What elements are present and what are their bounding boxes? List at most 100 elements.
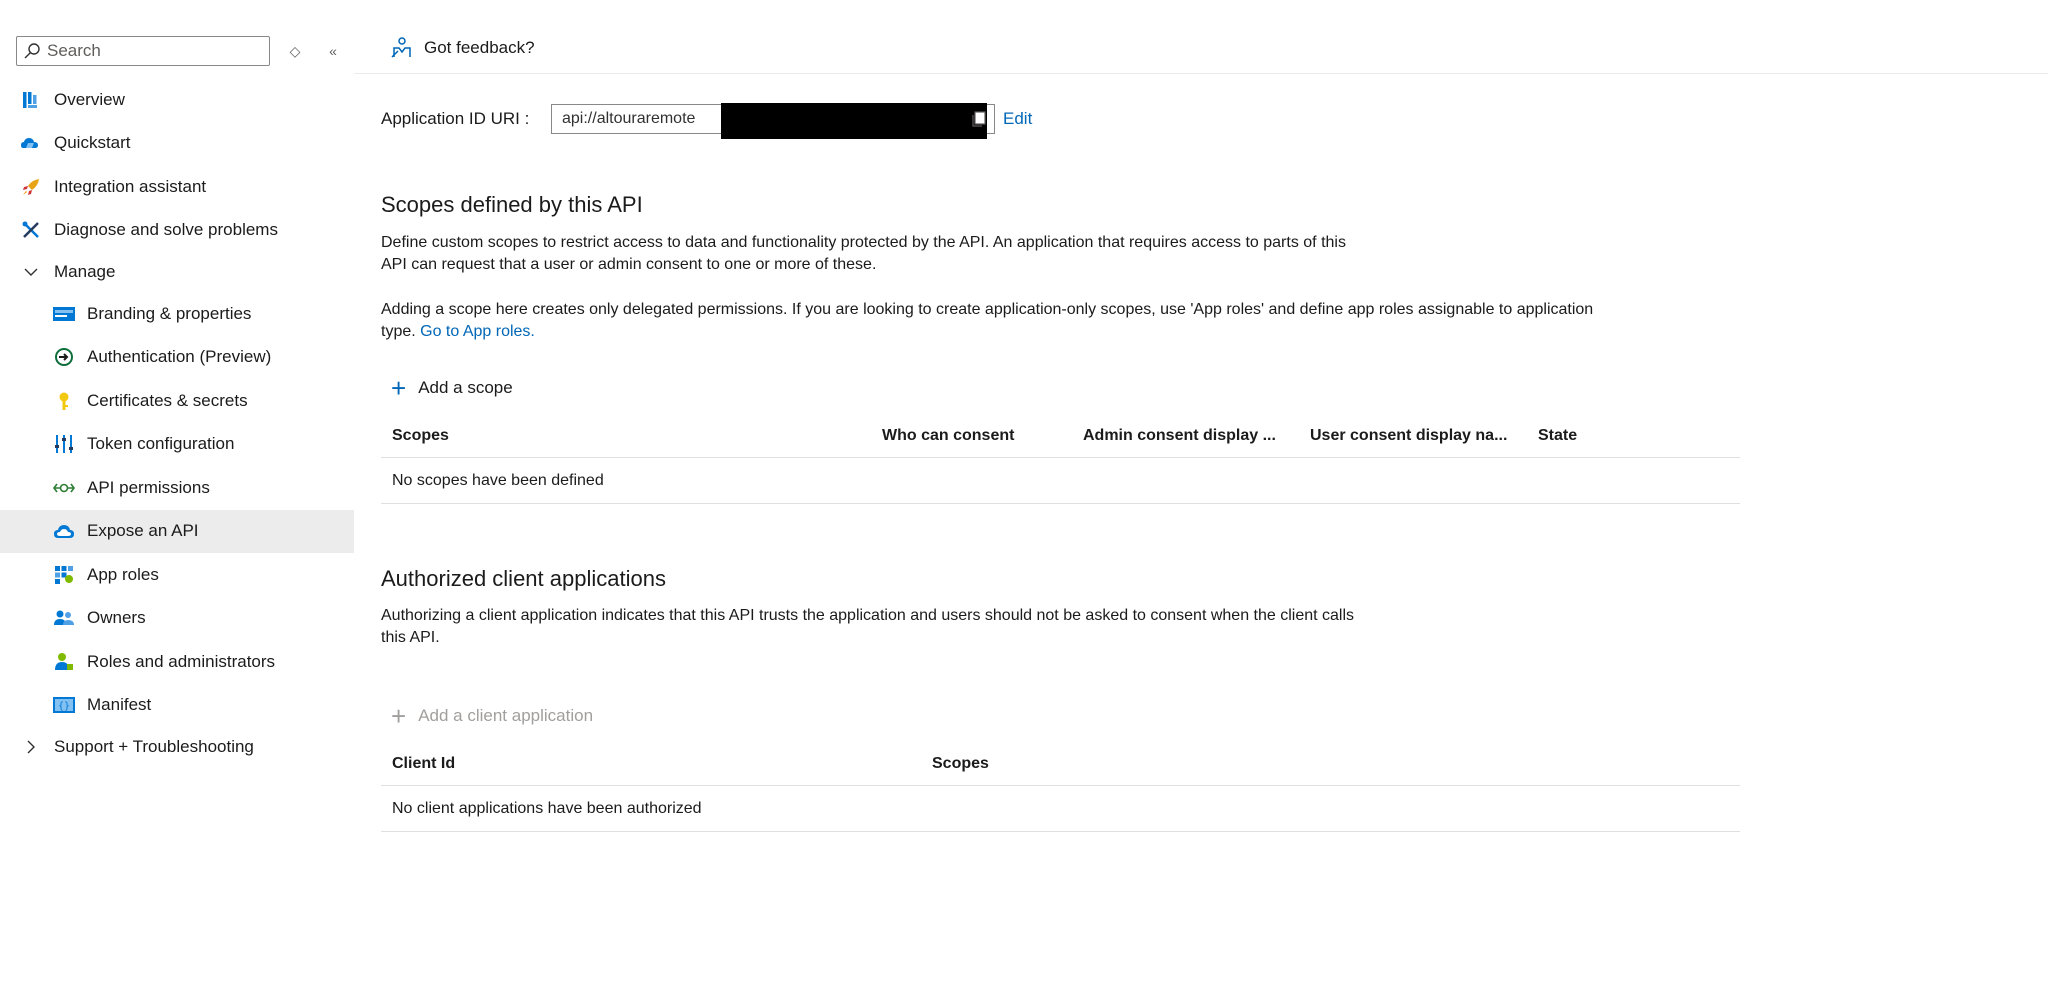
sidebar-item-quickstart[interactable]: Quickstart — [0, 122, 354, 166]
sidebar-item-label: API permissions — [87, 477, 210, 497]
sidebar-item-label: Support + Troubleshooting — [54, 737, 254, 756]
sidebar-item-authentication[interactable]: Authentication (Preview) — [0, 336, 354, 380]
add-client-application-label: Add a client application — [418, 706, 594, 725]
sidebar-item-label: Owners — [87, 608, 146, 628]
scopes-table: Scopes Who can consent Admin consent dis… — [381, 414, 1740, 504]
authentication-icon — [53, 346, 75, 368]
owners-icon — [53, 607, 75, 629]
scopes-empty-row: No scopes have been defined — [381, 458, 1740, 504]
application-id-uri-field[interactable]: api://altouraremote — [551, 103, 995, 139]
add-scope-label: Add a scope — [418, 378, 513, 397]
sidebar-item-label: Expose an API — [87, 521, 199, 541]
command-bar: Got feedback? — [354, 0, 2048, 74]
scopes-table-header: Scopes Who can consent Admin consent dis… — [381, 414, 1740, 458]
sidebar-item-branding[interactable]: Branding & properties — [0, 292, 354, 336]
roles-icon — [53, 651, 75, 673]
scopes-description: Define custom scopes to restrict access … — [381, 232, 1346, 276]
sidebar-item-label: Integration assistant — [54, 176, 207, 196]
collapse-sidebar-icon[interactable]: « — [320, 38, 346, 64]
column-header-scopes[interactable]: Scopes — [381, 427, 871, 445]
copy-icon[interactable] — [970, 110, 988, 128]
add-scope-button[interactable]: + Add a scope — [391, 373, 513, 403]
sidebar-item-expose-an-api[interactable]: Expose an API — [0, 509, 354, 553]
sidebar-item-diagnose[interactable]: Diagnose and solve problems — [0, 209, 354, 253]
add-client-application-button[interactable]: + Add a client application — [391, 701, 594, 731]
app-roles-icon — [53, 564, 75, 586]
restore-icon[interactable]: ◇ — [282, 38, 308, 64]
clients-section-title: Authorized client applications — [381, 566, 666, 591]
sidebar-item-app-roles[interactable]: App roles — [0, 553, 354, 597]
chevron-down-icon — [20, 261, 42, 283]
scopes-section-title: Scopes defined by this API — [381, 192, 643, 217]
sidebar-item-token-configuration[interactable]: Token configuration — [0, 423, 354, 467]
column-header-client-id[interactable]: Client Id — [381, 755, 921, 773]
sidebar-group-support[interactable]: Support + Troubleshooting — [0, 727, 354, 767]
sidebar-group-manage[interactable]: Manage — [0, 252, 354, 292]
sidebar-item-label: Diagnose and solve problems — [54, 220, 278, 240]
sidebar-item-label: App roles — [87, 564, 159, 584]
sidebar-item-integration-assistant[interactable]: Integration assistant — [0, 165, 354, 209]
rocket-icon — [20, 176, 42, 198]
column-header-user-consent[interactable]: User consent display na... — [1299, 427, 1527, 445]
sidebar-item-api-permissions[interactable]: API permissions — [0, 466, 354, 510]
token-icon — [53, 433, 75, 455]
scopes-note-prefix: type. — [381, 323, 416, 340]
scopes-description-line: API can request that a user or admin con… — [381, 256, 877, 273]
column-header-scopes[interactable]: Scopes — [921, 755, 1321, 773]
svg-text:{}: {} — [58, 701, 70, 712]
scopes-note-line: type. Go to App roles. — [381, 321, 1593, 343]
scopes-note-line: Adding a scope here creates only delegat… — [381, 301, 1594, 318]
sidebar-item-label: Manage — [54, 262, 116, 281]
sidebar-item-overview[interactable]: Overview — [0, 78, 354, 122]
application-id-uri-row: Application ID URI : api://altouraremote… — [381, 102, 1032, 139]
application-id-uri-value: api://altouraremote — [562, 110, 696, 127]
clients-table-header: Client Id Scopes — [381, 742, 1740, 786]
feedback-button[interactable]: Got feedback? — [390, 36, 535, 60]
search-icon — [24, 43, 40, 59]
sidebar-item-owners[interactable]: Owners — [0, 597, 354, 641]
sidebar-search-row: ◇ « — [16, 36, 346, 66]
sidebar-item-label: Certificates & secrets — [87, 390, 248, 410]
scopes-description-line: Define custom scopes to restrict access … — [381, 234, 1346, 251]
clients-description-line: Authorizing a client application indicat… — [381, 607, 1355, 624]
clients-description: Authorizing a client application indicat… — [381, 605, 1354, 649]
key-icon — [53, 390, 75, 412]
column-header-admin-consent[interactable]: Admin consent display ... — [1072, 427, 1299, 445]
clients-empty-message: No client applications have been authori… — [392, 799, 702, 817]
plus-icon: + — [391, 701, 407, 731]
feedback-label: Got feedback? — [424, 38, 535, 57]
clients-table: Client Id Scopes No client applications … — [381, 742, 1740, 832]
column-header-who-can-consent[interactable]: Who can consent — [871, 427, 1072, 445]
sidebar-item-label: Roles and administrators — [87, 651, 276, 671]
chevron-right-icon — [20, 736, 42, 758]
sidebar-item-label: Authentication (Preview) — [87, 347, 272, 367]
sidebar-nav: Overview Quickstart Integration assistan… — [0, 78, 354, 767]
manifest-icon: {} — [53, 694, 75, 716]
clients-description-line: this API. — [381, 629, 440, 646]
search-box[interactable] — [16, 36, 270, 66]
cloud-icon — [53, 520, 75, 542]
sidebar-item-label: Manifest — [87, 695, 152, 715]
go-to-app-roles-link[interactable]: Go to App roles. — [420, 323, 535, 340]
feedback-icon — [391, 37, 411, 58]
scopes-empty-message: No scopes have been defined — [392, 471, 604, 489]
sidebar-item-certificates[interactable]: Certificates & secrets — [0, 379, 354, 423]
sidebar: ◇ « Overview Quickstar — [0, 0, 354, 986]
application-id-uri-label: Application ID URI : — [381, 109, 530, 128]
quickstart-icon — [20, 132, 42, 154]
sidebar-item-manifest[interactable]: {} Manifest — [0, 684, 354, 728]
sidebar-item-roles-and-administrators[interactable]: Roles and administrators — [0, 640, 354, 684]
scopes-note: Adding a scope here creates only delegat… — [381, 299, 1593, 343]
redaction-block — [721, 103, 987, 139]
clients-empty-row: No client applications have been authori… — [381, 786, 1740, 832]
sidebar-item-label: Branding & properties — [87, 303, 252, 323]
column-header-state[interactable]: State — [1527, 427, 1727, 445]
branding-icon — [53, 303, 75, 325]
api-permissions-icon — [53, 477, 75, 499]
plus-icon: + — [391, 373, 407, 403]
sidebar-item-label: Token configuration — [87, 434, 235, 454]
sidebar-item-label: Overview — [54, 89, 125, 109]
edit-link[interactable]: Edit — [1003, 109, 1032, 129]
search-input[interactable] — [47, 41, 247, 61]
overview-icon — [20, 89, 42, 111]
